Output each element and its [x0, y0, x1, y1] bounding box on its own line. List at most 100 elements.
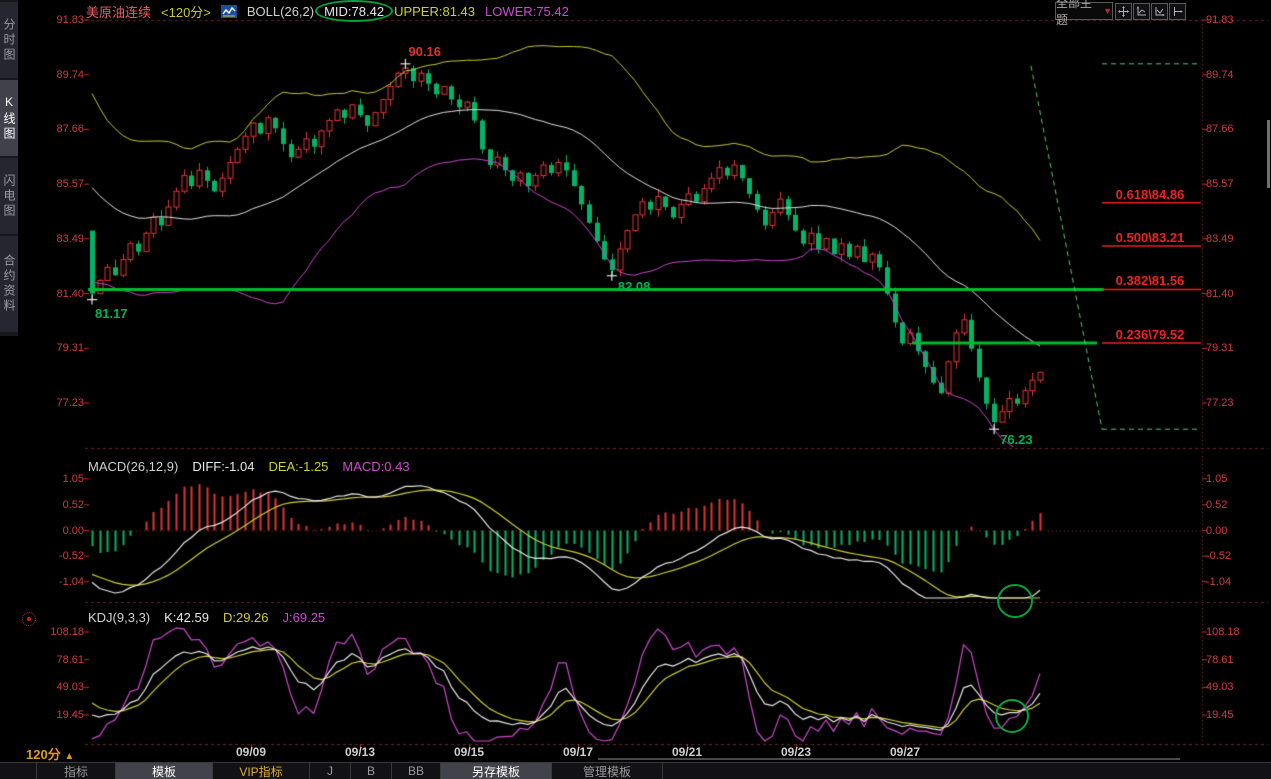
period-label: 120分 [26, 747, 61, 762]
sidebar-item-kline-chart[interactable]: K线图 [0, 80, 18, 156]
bottom-toolbar: 指标 模板 VIP指标 J B BB 另存模板 管理模板 [0, 762, 1271, 779]
kdj-axis-label: 78.61 [22, 654, 84, 666]
y-axis-label: 91.83 [1206, 14, 1234, 26]
y-axis-label: 81.40 [22, 288, 84, 300]
indicator-name: BOLL(26,2) [247, 4, 314, 19]
macd-axis-label: 1.05 [22, 473, 84, 485]
tab-j[interactable]: J [310, 763, 351, 779]
tab-label: BB [408, 764, 424, 778]
tab-templates[interactable]: 模板 [116, 763, 213, 779]
macd-axis-label: -0.52 [22, 550, 84, 562]
tab-vip-indicators[interactable]: VIP指标 [213, 763, 310, 779]
tab-label: 管理模板 [583, 763, 631, 779]
macd-bar-value: MACD:0.43 [342, 459, 409, 475]
annotation-ellipse [315, 0, 393, 22]
fib-level-label: 0.236\79.52 [1100, 327, 1200, 342]
macd-diff-value: DIFF:-1.04 [192, 459, 254, 475]
vertical-scrollbar[interactable] [1267, 120, 1270, 188]
horizontal-scrollbar[interactable] [598, 758, 1180, 760]
macd-title: MACD(26,12,9) [88, 459, 178, 475]
sidebar-item-contract-info[interactable]: 合约资料 [0, 236, 18, 332]
indicator-settings-icon[interactable] [22, 612, 36, 626]
theme-dropdown[interactable]: 全部主题 ▼ [1055, 2, 1113, 20]
kdj-title: KDJ(9,3,3) [88, 610, 150, 626]
x-axis-date-label: 09/09 [236, 745, 266, 759]
kdj-axis-label: 78.61 [1206, 654, 1234, 666]
price-marker-label: 81.17 [95, 306, 128, 321]
theme-dropdown-label: 全部主题 [1056, 0, 1100, 28]
kdj-axis-label: 108.18 [22, 626, 84, 638]
kdj-panel-header: KDJ(9,3,3) K:42.59 D:29.26 J:69.25 [88, 610, 325, 626]
fib-level-label: 0.500\83.21 [1100, 230, 1200, 245]
boll-mid-value: MID:78.42 [324, 4, 384, 19]
y-axis-label: 91.83 [22, 14, 84, 26]
chart-header: 美原油连续 <120分> BOLL(26,2) MID:78.42 UPPER:… [86, 2, 569, 20]
triangle-up-icon: ▲ [64, 751, 74, 762]
period-tag: <120分> [161, 2, 211, 21]
price-marker-label: 76.23 [1000, 432, 1033, 447]
tab-label: VIP指标 [239, 763, 282, 779]
tab-label: J [327, 764, 333, 778]
kdj-axis-label: 108.18 [1206, 626, 1240, 638]
price-marker-label: 90.16 [408, 44, 441, 59]
tab-label: 指标 [64, 763, 88, 779]
boll-lower-value: LOWER:75.42 [485, 4, 569, 19]
pan-right-icon[interactable] [1169, 3, 1186, 20]
y-axis-label: 89.74 [22, 69, 84, 81]
y-axis-label: 77.23 [1206, 397, 1234, 409]
macd-dea-value: DEA:-1.25 [268, 459, 328, 475]
macd-axis-label: 0.00 [22, 525, 84, 537]
kdj-j-value: J:69.25 [283, 610, 326, 626]
sidebar-item-label: 闪电图 [0, 174, 18, 219]
x-axis-date-label: 09/27 [890, 745, 920, 759]
sidebar-item-label: K线图 [0, 95, 18, 142]
macd-axis-label: 1.05 [1206, 473, 1227, 485]
x-axis-date-label: 09/21 [672, 745, 702, 759]
macd-axis-label: 0.00 [1206, 525, 1227, 537]
fib-level-label: 0.618\84.86 [1100, 187, 1200, 202]
tab-bb[interactable]: BB [392, 763, 441, 779]
x-axis-date-label: 09/17 [563, 745, 593, 759]
kdj-k-value: K:42.59 [164, 610, 209, 626]
tab-indicators[interactable]: 指标 [36, 763, 116, 779]
tab-label: 模板 [152, 763, 176, 779]
chart-canvas[interactable] [0, 0, 1271, 779]
sidebar-item-lightning-chart[interactable]: 闪电图 [0, 158, 18, 234]
move-icon[interactable] [1115, 3, 1132, 20]
y-axis-label: 83.49 [22, 233, 84, 245]
macd-axis-label: 0.52 [1206, 499, 1227, 511]
y-axis-label: 87.66 [22, 123, 84, 135]
y-axis-label: 87.66 [1206, 123, 1234, 135]
y-axis-label: 83.49 [1206, 233, 1234, 245]
price-marker-label: 82.08 [618, 279, 651, 294]
tab-manage-templates[interactable]: 管理模板 [552, 763, 663, 779]
macd-panel-header: MACD(26,12,9) DIFF:-1.04 DEA:-1.25 MACD:… [88, 459, 410, 475]
x-axis-date-label: 09/13 [345, 745, 375, 759]
period-selector[interactable]: 120分 ▲ [26, 744, 74, 763]
macd-axis-label: -0.52 [1206, 550, 1231, 562]
sidebar-item-label: 分时图 [0, 18, 18, 63]
sidebar-item-timeshare-chart[interactable]: 分时图 [0, 2, 18, 78]
sidebar-item-label: 合约资料 [0, 254, 18, 314]
y-axis-label: 85.57 [1206, 178, 1234, 190]
boll-upper-value: UPPER:81.43 [394, 4, 475, 19]
y-axis-label: 77.23 [22, 397, 84, 409]
x-axis-date-label: 09/15 [454, 745, 484, 759]
macd-axis-label: -1.04 [1206, 576, 1231, 588]
left-sidebar: 分时图 K线图 闪电图 合约资料 [0, 0, 18, 779]
y-axis-label: 89.74 [1206, 69, 1234, 81]
kdj-axis-label: 19.45 [1206, 709, 1234, 721]
y-axis-label: 79.31 [1206, 342, 1234, 354]
y-axis-label: 85.57 [22, 178, 84, 190]
kdj-d-value: D:29.26 [223, 610, 269, 626]
tab-b[interactable]: B [351, 763, 392, 779]
line-chart-icon[interactable] [221, 5, 237, 18]
y-axis-label: 79.31 [22, 342, 84, 354]
tab-save-template[interactable]: 另存模板 [441, 763, 552, 779]
scale-axis-icon[interactable] [1151, 3, 1168, 20]
chevron-down-icon: ▼ [1103, 6, 1112, 16]
y-axis-label: 81.40 [1206, 288, 1234, 300]
symbol-title: 美原油连续 [86, 2, 151, 21]
kdj-axis-label: 19.45 [22, 709, 84, 721]
fit-axis-icon[interactable] [1133, 3, 1150, 20]
